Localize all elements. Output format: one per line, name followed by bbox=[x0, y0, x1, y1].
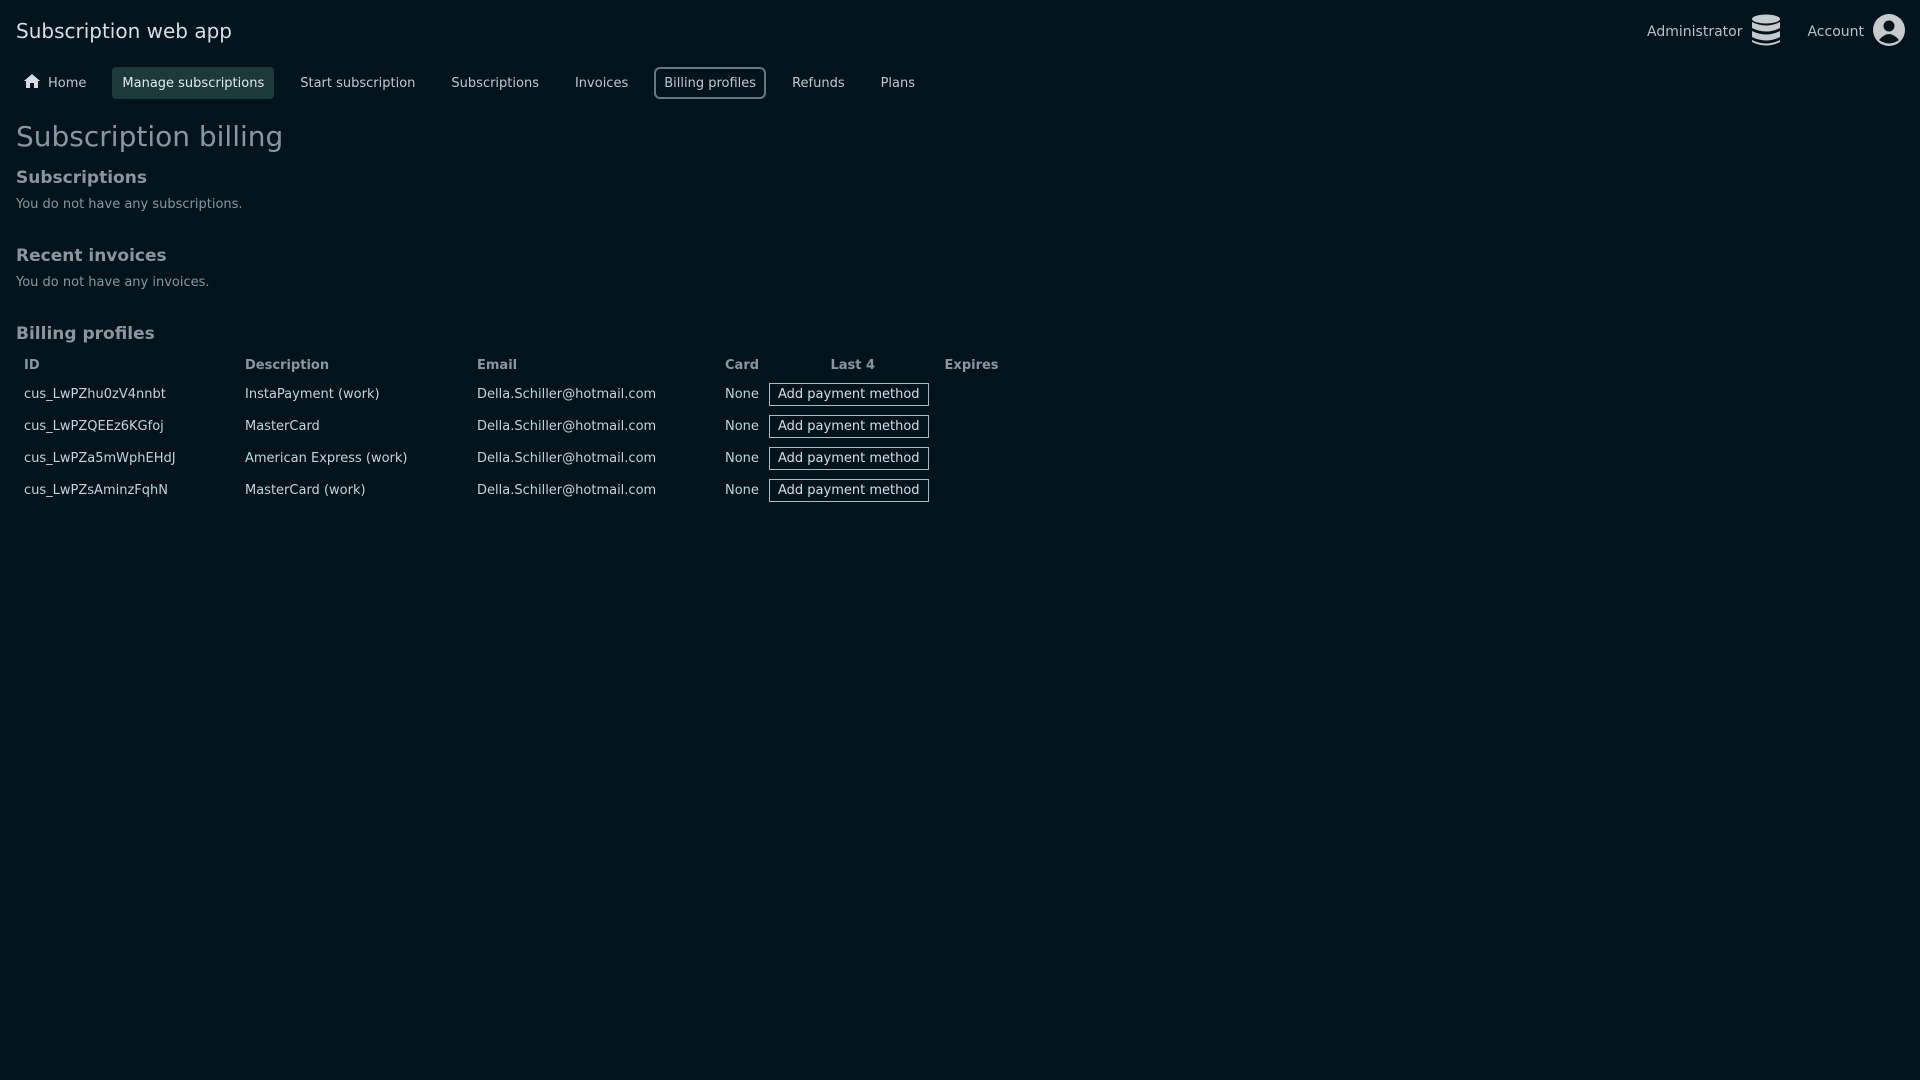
nav-start-subscription[interactable]: Start subscription bbox=[290, 67, 425, 99]
column-header-last4: Last 4 bbox=[830, 357, 876, 373]
profile-email: Della.Schiller@hotmail.com bbox=[477, 418, 657, 434]
page-title: Subscription billing bbox=[16, 120, 284, 153]
nav-subscriptions[interactable]: Subscriptions bbox=[441, 67, 549, 99]
profile-description: American Express (work) bbox=[245, 450, 408, 466]
profile-id: cus_LwPZsAminzFqhN bbox=[24, 482, 168, 498]
profile-description: MasterCard (work) bbox=[245, 482, 366, 498]
home-icon bbox=[24, 74, 48, 92]
nav-manage-subscriptions[interactable]: Manage subscriptions bbox=[112, 67, 275, 99]
add-payment-method-button[interactable]: Add payment method bbox=[769, 382, 929, 406]
nav-invoices[interactable]: Invoices bbox=[565, 67, 638, 99]
add-payment-method-button[interactable]: Add payment method bbox=[769, 478, 929, 502]
table-row: cus_LwPZa5mWphEHdJ American Express (wor… bbox=[16, 442, 1007, 474]
column-header-expires: Expires bbox=[944, 357, 999, 373]
profile-email: Della.Schiller@hotmail.com bbox=[477, 386, 657, 402]
nav-plans[interactable]: Plans bbox=[871, 67, 925, 99]
table-row: cus_LwPZQEEz6KGfoj MasterCard Della.Schi… bbox=[16, 410, 1007, 442]
profile-description: InstaPayment (work) bbox=[245, 386, 380, 402]
profile-id: cus_LwPZhu0zV4nnbt bbox=[24, 386, 166, 402]
profile-last4-cell: Add payment method bbox=[769, 410, 937, 442]
column-header-id: ID bbox=[24, 357, 40, 373]
invoices-empty-note: You do not have any invoices. bbox=[16, 275, 210, 290]
profile-email: Della.Schiller@hotmail.com bbox=[477, 450, 657, 466]
profile-expires bbox=[937, 410, 1007, 442]
top-header: Subscription web app Administrator Accou… bbox=[0, 0, 1920, 62]
column-header-email: Email bbox=[477, 357, 518, 373]
profile-id: cus_LwPZa5mWphEHdJ bbox=[24, 450, 176, 466]
profile-card: None bbox=[725, 386, 759, 402]
profile-card: None bbox=[725, 482, 759, 498]
profile-expires bbox=[937, 378, 1007, 410]
profile-card: None bbox=[725, 450, 759, 466]
billing-profiles-heading: Billing profiles bbox=[16, 324, 155, 344]
add-payment-method-button[interactable]: Add payment method bbox=[769, 414, 929, 438]
profile-card: None bbox=[725, 418, 759, 434]
profile-id: cus_LwPZQEEz6KGfoj bbox=[24, 418, 164, 434]
administrator-label: Administrator bbox=[1647, 24, 1743, 40]
add-payment-method-button[interactable]: Add payment method bbox=[769, 446, 929, 470]
subscriptions-heading: Subscriptions bbox=[16, 168, 147, 188]
profile-last4-cell: Add payment method bbox=[769, 442, 937, 474]
administrator-menu[interactable]: Administrator bbox=[1647, 14, 1781, 50]
main-nav: Home Manage subscriptions Start subscrip… bbox=[16, 66, 941, 100]
profile-expires bbox=[937, 442, 1007, 474]
database-icon bbox=[1751, 14, 1781, 50]
profile-email: Della.Schiller@hotmail.com bbox=[477, 482, 657, 498]
column-header-description: Description bbox=[245, 357, 330, 373]
profile-last4-cell: Add payment method bbox=[769, 474, 937, 506]
billing-profiles-table: ID Description Email Card Last 4 Expires… bbox=[16, 352, 1007, 506]
nav-refunds[interactable]: Refunds bbox=[782, 67, 855, 99]
table-row: cus_LwPZsAminzFqhN MasterCard (work) Del… bbox=[16, 474, 1007, 506]
nav-home[interactable]: Home bbox=[16, 67, 96, 99]
user-circle-icon bbox=[1873, 14, 1905, 50]
nav-home-label: Home bbox=[48, 75, 87, 91]
profile-last4-cell: Add payment method bbox=[769, 378, 937, 410]
profile-expires bbox=[937, 474, 1007, 506]
column-header-card: Card bbox=[725, 357, 760, 373]
subscriptions-empty-note: You do not have any subscriptions. bbox=[16, 197, 243, 212]
nav-billing-profiles[interactable]: Billing profiles bbox=[654, 67, 767, 99]
header-actions: Administrator Account bbox=[1647, 14, 1905, 50]
table-header-row: ID Description Email Card Last 4 Expires bbox=[16, 352, 1007, 378]
account-label: Account bbox=[1807, 24, 1864, 40]
account-menu[interactable]: Account bbox=[1807, 14, 1905, 50]
profile-description: MasterCard bbox=[245, 418, 320, 434]
invoices-heading: Recent invoices bbox=[16, 246, 167, 266]
app-title[interactable]: Subscription web app bbox=[16, 19, 232, 43]
table-row: cus_LwPZhu0zV4nnbt InstaPayment (work) D… bbox=[16, 378, 1007, 410]
